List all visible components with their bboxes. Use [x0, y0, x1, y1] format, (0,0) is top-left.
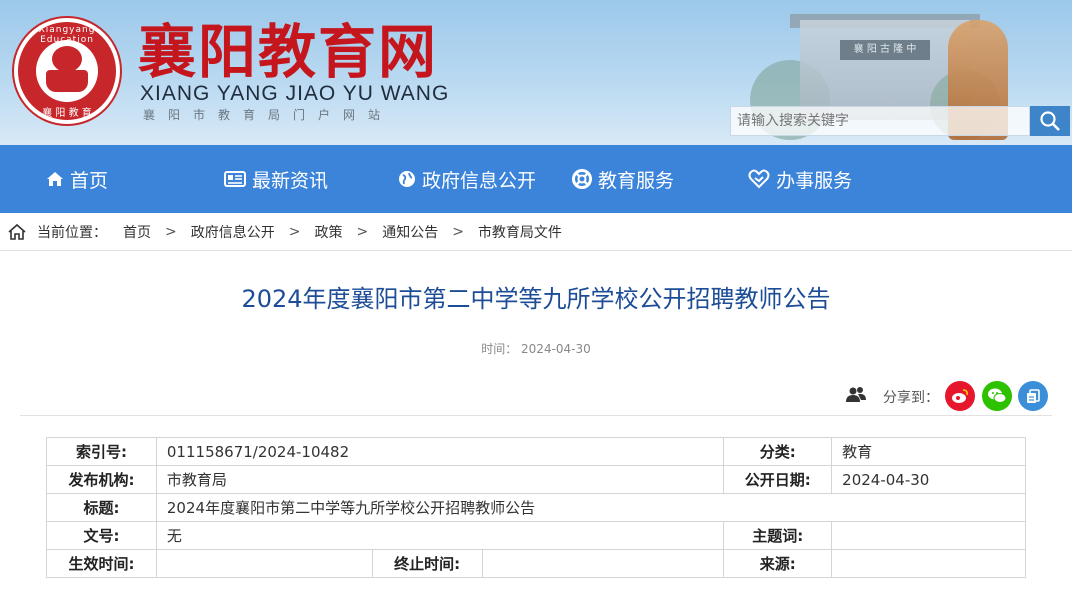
breadcrumb-gov-info[interactable]: 政府信息公开 [191, 222, 275, 242]
share-label: 分享到： [883, 390, 939, 406]
breadcrumb-separator: > [288, 223, 301, 240]
search-button[interactable] [1030, 106, 1070, 136]
site-pinyin: XIANG YANG JIAO YU WANG [140, 82, 450, 105]
site-title: 襄阳教育网 [138, 18, 439, 86]
globe-icon [399, 171, 416, 187]
handshake-icon [748, 169, 770, 189]
breadcrumb-policy[interactable]: 政策 [314, 222, 342, 242]
breadcrumb-notices[interactable]: 通知公告 [382, 222, 438, 242]
nav-label: 政府信息公开 [422, 169, 537, 192]
docno-label: 文号: [46, 521, 157, 550]
table-row: 索引号: 011158671/2024-10482 分类: 教育 [46, 437, 1026, 466]
nav-item-gov-info[interactable]: 政府信息公开 [398, 145, 536, 213]
topic-label: 主题词: [723, 521, 833, 550]
docno-value: 无 [155, 521, 725, 550]
site-header: Xiangyang Education 襄 阳 教 育 襄阳教育网 XIANG … [0, 0, 1072, 145]
nav-item-news[interactable]: 最新资讯 [224, 145, 328, 213]
table-row: 文号: 无 主题词: [46, 521, 1026, 550]
site-subtitle: 襄阳市教育局门户网站 [143, 108, 394, 122]
nav-label: 首页 [70, 169, 109, 192]
end-label: 终止时间: [371, 549, 483, 578]
nav-label: 办事服务 [776, 169, 853, 192]
effective-value [155, 549, 373, 578]
source-label: 来源: [723, 549, 833, 578]
breadcrumb-bureau-docs[interactable]: 市教育局文件 [478, 222, 562, 242]
tree-icon [52, 46, 82, 72]
info-table: 索引号: 011158671/2024-10482 分类: 教育 发布机构: 市… [46, 437, 1027, 578]
breadcrumb-separator: > [452, 223, 464, 240]
wechat-icon[interactable] [982, 381, 1012, 411]
title-label: 标题: [46, 493, 157, 522]
users-icon [846, 387, 866, 402]
nav-label: 教育服务 [598, 169, 675, 192]
publisher-label: 发布机构: [46, 465, 157, 494]
table-row: 生效时间: 终止时间: 来源: [46, 549, 1026, 578]
index-value: 011158671/2024-10482 [155, 437, 725, 466]
title-value: 2024年度襄阳市第二中学等九所学校公开招聘教师公告 [155, 493, 1027, 522]
publisher-value: 市教育局 [155, 465, 725, 494]
search-icon [1040, 111, 1060, 131]
category-label: 分类: [723, 437, 833, 466]
breadcrumb-home[interactable]: 首页 [123, 222, 151, 242]
nav-item-home[interactable]: 首页 [46, 145, 108, 213]
site-logo[interactable]: Xiangyang Education 襄 阳 教 育 [14, 18, 120, 124]
end-value [481, 549, 725, 578]
logo-emblem [36, 40, 98, 102]
nav-label: 最新资讯 [252, 169, 329, 192]
home-outline-icon [8, 223, 26, 240]
effective-label: 生效时间: [46, 549, 157, 578]
nav-item-edu-service[interactable]: 教育服务 [572, 145, 674, 213]
nav-item-affairs[interactable]: 办事服务 [748, 145, 852, 213]
news-icon [224, 171, 247, 187]
breadcrumb-separator: > [356, 223, 369, 240]
article-title: 2024年度襄阳市第二中学等九所学校公开招聘教师公告 [241, 285, 831, 313]
lifebuoy-icon [572, 169, 593, 189]
source-value [831, 549, 1026, 578]
book-icon [46, 70, 88, 92]
weibo-icon[interactable] [945, 381, 975, 411]
logo-bottom-text: 襄 阳 教 育 [42, 108, 92, 119]
main-nav: 首页 最新资讯 政府信息公开 教育服务 办事服务 [0, 145, 1072, 213]
search-box [730, 106, 1030, 136]
topic-value [831, 521, 1026, 550]
home-icon [47, 172, 63, 186]
share-bar: 分享到： [20, 378, 1052, 416]
breadcrumb: 当前位置： 首页 > 政府信息公开 > 政策 > 通知公告 > 市教育局文件 [0, 213, 1072, 251]
index-label: 索引号: [46, 437, 157, 466]
table-row: 标题: 2024年度襄阳市第二中学等九所学校公开招聘教师公告 [46, 493, 1027, 522]
date-label: 公开日期: [723, 465, 833, 494]
breadcrumb-separator: > [165, 223, 177, 240]
gate-plaque: 襄 阳 古 隆 中 [840, 40, 930, 60]
copy-icon[interactable] [1018, 381, 1048, 411]
article-time: 时间： 2024-04-30 [481, 342, 591, 356]
table-row: 发布机构: 市教育局 公开日期: 2024-04-30 [46, 465, 1026, 494]
breadcrumb-prefix: 当前位置： [37, 224, 107, 241]
search-input[interactable] [731, 107, 1029, 135]
category-value: 教育 [831, 437, 1026, 466]
date-value: 2024-04-30 [831, 465, 1026, 494]
